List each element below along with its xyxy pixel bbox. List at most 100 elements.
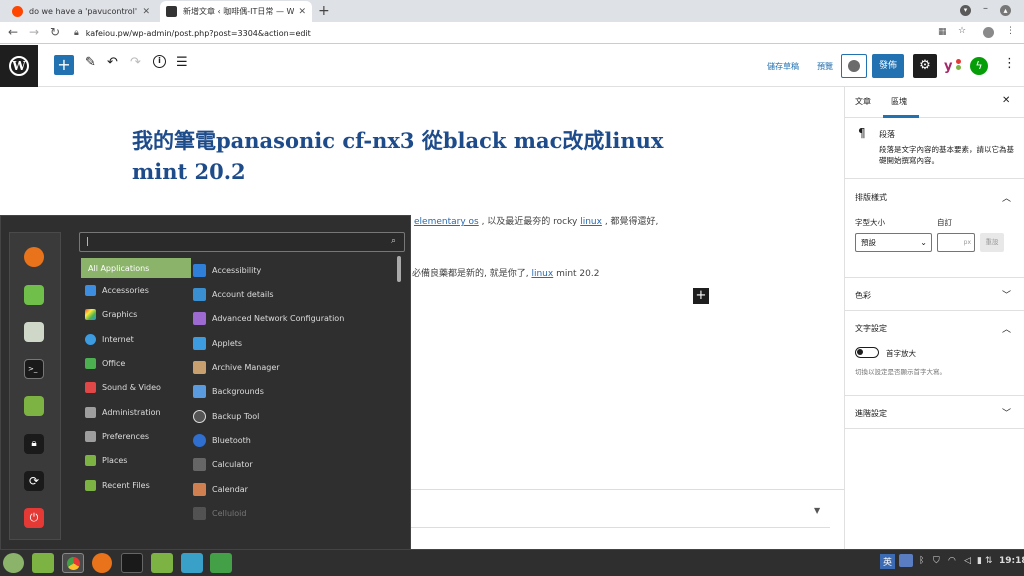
category-preferences[interactable]: Preferences <box>81 426 191 446</box>
chevron-down-icon[interactable]: ﹀ <box>1002 406 1011 419</box>
bluetooth-tray-icon[interactable]: ᛒ <box>919 556 924 566</box>
app-backup-tool[interactable]: Backup Tool <box>193 405 393 427</box>
reload-icon[interactable]: ↻ <box>50 25 60 39</box>
category-recent-files[interactable]: Recent Files <box>81 475 191 495</box>
ime-indicator[interactable]: 英 <box>880 554 896 569</box>
close-icon[interactable]: ✕ <box>1002 95 1010 106</box>
paragraph-block-2[interactable]: 必備良藥都是新的, 就是你了, linux mint 20.2 <box>412 266 599 279</box>
panel-title[interactable]: 排版樣式 <box>855 192 887 203</box>
power-icon[interactable]: ⏻ <box>24 508 44 528</box>
app-bluetooth[interactable]: Bluetooth <box>193 429 393 451</box>
panel-title[interactable]: 文字設定 <box>855 323 887 334</box>
tab-block[interactable]: 區塊 <box>891 96 907 107</box>
app-archive-manager[interactable]: Archive Manager <box>193 356 393 378</box>
browser-menu-icon[interactable]: ⋮ <box>1006 26 1015 36</box>
add-block-button[interactable]: + <box>54 55 74 75</box>
app-account-details[interactable]: Account details <box>193 283 393 305</box>
category-places[interactable]: Places <box>81 450 191 470</box>
terminal-taskbar-icon[interactable] <box>121 553 143 573</box>
app-calculator[interactable]: Calculator <box>193 453 393 475</box>
chrome-taskbar-icon[interactable] <box>62 553 84 573</box>
font-size-select[interactable]: 預設 ⌄ <box>855 233 932 252</box>
app-celluloid[interactable]: Celluloid <box>193 502 393 524</box>
files-taskbar-icon[interactable] <box>151 553 173 573</box>
forward-icon[interactable]: → <box>29 25 39 39</box>
paragraph-block-1[interactable]: elementary os , 以及最近最夯的 rocky linux , 都覺… <box>414 214 658 227</box>
panel-title[interactable]: 進階設定 <box>855 408 887 419</box>
more-options-icon[interactable]: ⋮ <box>1003 56 1016 71</box>
category-administration[interactable]: Administration <box>81 402 191 422</box>
url-field[interactable]: 🔒︎ kafeiou.pw/wp-admin/post.php?post=330… <box>74 24 934 42</box>
close-icon[interactable]: ✕ <box>142 7 150 17</box>
clock[interactable]: 19:18 <box>999 556 1024 566</box>
text-link[interactable]: elementary os <box>414 217 479 227</box>
redo-icon[interactable]: ↷ <box>130 55 141 70</box>
settings-icon[interactable] <box>24 322 44 342</box>
minimize-icon[interactable]: – <box>983 3 988 14</box>
keyboard-icon[interactable] <box>899 554 913 567</box>
settings-gear-icon[interactable]: ⚙ <box>913 54 937 78</box>
text-link[interactable]: linux <box>531 269 553 279</box>
chevron-up-icon[interactable]: ︿ <box>1002 191 1011 204</box>
tab-post[interactable]: 文章 <box>855 96 871 107</box>
chevron-up-icon[interactable]: ︿ <box>1002 322 1011 335</box>
network-tray-icon[interactable]: ⇅ <box>985 556 993 566</box>
tab-reddit[interactable]: do we have a 'pavucontrol' lik ✕ <box>6 1 156 22</box>
maximize-icon[interactable]: ▴ <box>1000 5 1011 16</box>
volume-icon[interactable]: ◁ <box>964 556 971 566</box>
pencil-icon[interactable]: ✎ <box>85 55 96 70</box>
drop-cap-toggle[interactable] <box>855 347 879 358</box>
info-icon[interactable]: i <box>153 55 166 68</box>
files-icon[interactable] <box>24 396 44 416</box>
app-backgrounds[interactable]: Backgrounds <box>193 380 393 402</box>
post-title[interactable]: 我的筆電panasonic cf-nx3 從black mac改成linux m… <box>132 125 722 187</box>
firefox-taskbar-icon[interactable] <box>92 553 112 573</box>
menu-search-input[interactable]: | <box>79 232 405 252</box>
custom-size-input[interactable]: px <box>937 233 975 252</box>
logout-icon[interactable]: ⟳ <box>24 471 44 491</box>
lock-screen-icon[interactable]: 🔒︎ <box>24 434 44 454</box>
wifi-icon[interactable]: ◠ <box>948 556 956 566</box>
block-inserter-button[interactable]: + <box>693 288 709 304</box>
undo-icon[interactable]: ↶ <box>107 55 118 70</box>
reset-button[interactable]: 重設 <box>980 233 1004 252</box>
jetpack-icon[interactable]: ϟ <box>970 57 988 75</box>
back-icon[interactable]: ← <box>8 25 18 39</box>
category-all-applications[interactable]: All Applications <box>81 258 191 278</box>
app-applets[interactable]: Applets <box>193 332 393 354</box>
battery-icon[interactable]: ▮ <box>977 556 982 566</box>
new-tab-button[interactable]: + <box>318 3 330 19</box>
menu-start-icon[interactable] <box>3 553 24 573</box>
text-link[interactable]: linux <box>580 217 602 227</box>
close-icon[interactable]: ✕ <box>298 7 306 17</box>
list-view-icon[interactable]: ☰ <box>176 55 188 70</box>
profile-avatar-icon[interactable] <box>983 27 994 38</box>
preview-button[interactable]: 預覽 <box>817 61 833 72</box>
firefox-icon[interactable] <box>24 247 44 267</box>
category-accessories[interactable]: Accessories <box>81 280 191 300</box>
save-draft-button[interactable]: 儲存草稿 <box>767 61 799 72</box>
category-graphics[interactable]: Graphics <box>81 304 191 324</box>
system-monitor-icon[interactable] <box>181 553 203 573</box>
tab-search-icon[interactable]: ▾ <box>960 5 971 16</box>
bookmark-star-icon[interactable]: ☆ <box>958 26 966 36</box>
wordpress-logo-icon[interactable]: W <box>0 45 38 87</box>
app-advanced-network[interactable]: Advanced Network Configuration <box>193 307 393 329</box>
category-office[interactable]: Office <box>81 353 191 373</box>
chevron-down-icon[interactable]: ﹀ <box>1002 288 1011 301</box>
app-accessibility[interactable]: Accessibility <box>193 259 393 281</box>
software-manager-icon[interactable] <box>24 285 44 305</box>
app-calendar[interactable]: Calendar <box>193 478 393 500</box>
translate-icon[interactable]: ▦ <box>938 27 947 37</box>
yoast-icon[interactable]: y <box>944 59 952 74</box>
tab-wordpress[interactable]: 新增文章 ‹ 咖啡偶-IT日常 — W ✕ <box>160 1 312 22</box>
meta-box-toggle-icon[interactable]: ▼ <box>814 506 820 515</box>
category-sound-video[interactable]: Sound & Video <box>81 377 191 397</box>
shield-icon[interactable]: ⛉ <box>933 556 940 566</box>
terminal-icon[interactable]: >_ <box>24 359 44 379</box>
show-desktop-icon[interactable] <box>32 553 54 573</box>
publish-button[interactable]: 發佈 <box>872 54 904 78</box>
spreadsheet-icon[interactable] <box>210 553 232 573</box>
jetpack-download-button[interactable] <box>841 54 867 78</box>
app-list-scrollbar[interactable] <box>397 256 401 282</box>
